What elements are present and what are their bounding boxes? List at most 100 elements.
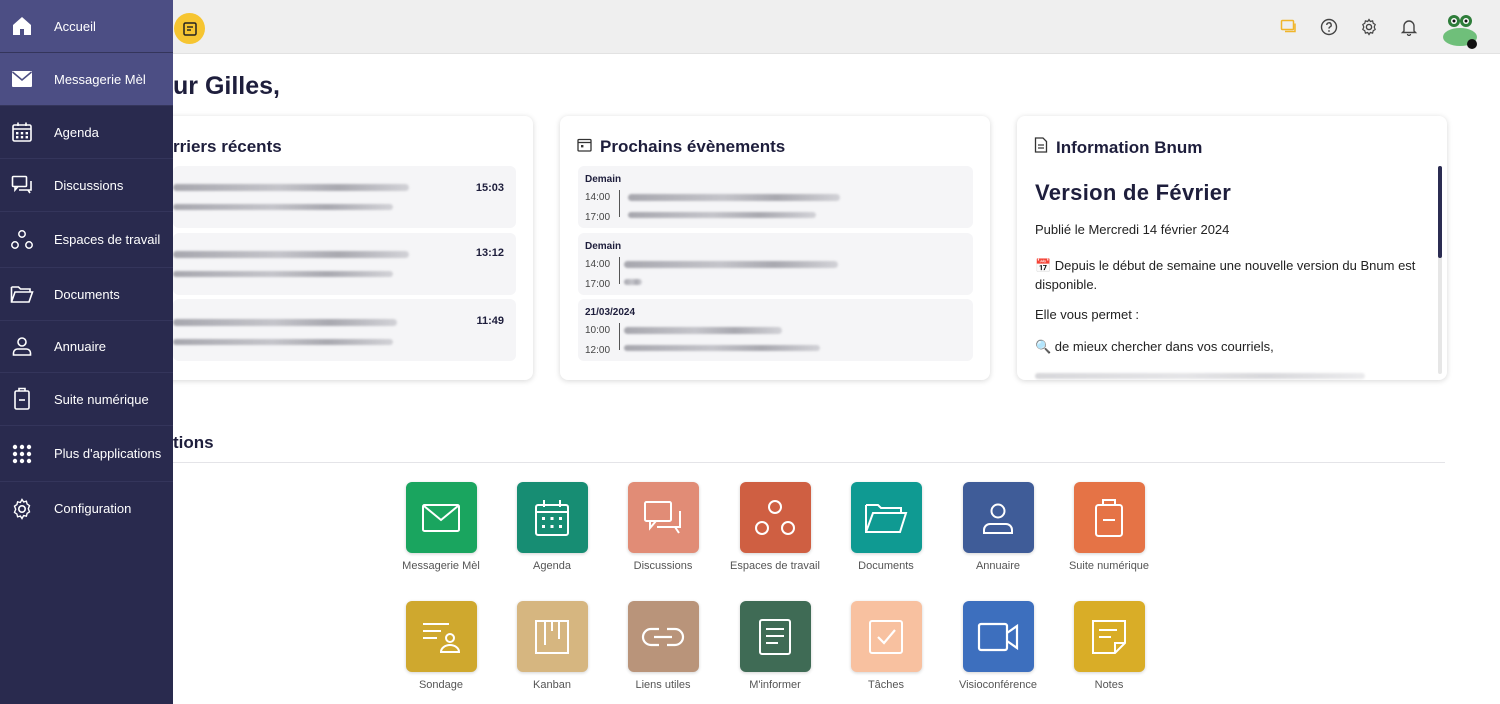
app-documents[interactable]: Documents	[836, 482, 936, 574]
app-label: Suite numérique	[1068, 560, 1150, 572]
task-icon	[850, 601, 922, 672]
app-taches[interactable]: Tâches	[836, 601, 936, 693]
kanban-icon	[516, 601, 588, 672]
event-day: 21/03/2024	[585, 307, 636, 318]
user-icon	[962, 482, 1034, 553]
info-title: Information Bnum	[1034, 137, 1202, 158]
recent-mails-title: rriers récents	[173, 137, 282, 156]
chat-icon[interactable]	[1278, 16, 1300, 38]
sidebar-item-suite[interactable]: Suite numérique	[0, 373, 173, 426]
page-title: ur Gilles,	[173, 72, 280, 100]
grid-icon	[0, 443, 44, 465]
calendar-icon	[0, 121, 44, 143]
mail-time: 13:12	[475, 247, 504, 259]
chat-icon	[627, 482, 699, 553]
sidebar-item-label: Annuaire	[54, 338, 107, 354]
app-suite[interactable]: Suite numérique	[1059, 482, 1159, 574]
app-label: M'informer	[749, 679, 801, 691]
mail-row[interactable]: 13:12	[173, 233, 516, 295]
mail-icon	[0, 70, 44, 88]
app-label: Espaces de travail	[730, 560, 820, 572]
info-heading: Version de Février	[1035, 180, 1232, 205]
mail-row[interactable]: 15:03	[173, 166, 516, 228]
sidebar-item-label: Espaces de travail	[54, 232, 161, 247]
workspaces-icon	[0, 229, 44, 251]
sidebar-item-configuration[interactable]: Configuration	[0, 482, 173, 535]
info-title-text: Information Bnum	[1056, 137, 1203, 157]
sidebar-item-label: Accueil	[54, 18, 96, 34]
app-label: Sondage	[418, 679, 464, 691]
poll-icon	[405, 601, 477, 672]
app-label: Visioconférence	[958, 679, 1038, 691]
event-day-group[interactable]: 21/03/2024 10:00 12:00	[578, 299, 973, 361]
app-label: Kanban	[533, 679, 571, 691]
divider	[173, 462, 1445, 463]
sidebar-item-label: Messagerie Mèl	[54, 71, 146, 87]
sidebar: Accueil Messagerie Mèl Agenda Discussion…	[0, 0, 173, 704]
app-label: Documents	[858, 560, 914, 572]
sidebar-item-label: Suite numérique	[54, 391, 149, 407]
sidebar-item-label: Discussions	[54, 177, 124, 193]
app-liens-utiles[interactable]: Liens utiles	[613, 601, 713, 693]
app-label: Tâches	[867, 679, 905, 691]
notes-icon[interactable]	[174, 13, 205, 44]
user-icon	[0, 335, 44, 357]
mail-time: 15:03	[475, 182, 504, 194]
app-discussions[interactable]: Discussions	[613, 482, 713, 574]
document-icon	[1034, 137, 1048, 158]
home-icon	[0, 15, 44, 37]
sidebar-item-accueil[interactable]: Accueil	[0, 0, 173, 53]
app-annuaire[interactable]: Annuaire	[948, 482, 1048, 574]
app-kanban[interactable]: Kanban	[502, 601, 602, 693]
app-minformer[interactable]: M'informer	[725, 601, 825, 693]
sidebar-item-messagerie[interactable]: Messagerie Mèl	[0, 53, 173, 106]
bell-icon[interactable]	[1398, 16, 1420, 38]
sidebar-item-annuaire[interactable]: Annuaire	[0, 320, 173, 373]
event-end: 17:00	[585, 279, 611, 290]
mail-row[interactable]: 11:49	[173, 299, 516, 361]
info-scrollbar-thumb[interactable]	[1438, 166, 1442, 258]
sidebar-item-discussions[interactable]: Discussions	[0, 159, 173, 212]
events-title: Prochains évènements	[577, 137, 785, 157]
info-paragraph: Elle vous permet :	[1035, 307, 1140, 322]
note-icon	[1073, 601, 1145, 672]
link-icon	[627, 601, 699, 672]
sidebar-item-documents[interactable]: Documents	[0, 268, 173, 321]
app-messagerie[interactable]: Messagerie Mèl	[391, 482, 491, 574]
info-paragraph: 🔍 de mieux chercher dans vos courriels,	[1035, 339, 1274, 354]
sidebar-item-agenda[interactable]: Agenda	[0, 106, 173, 159]
app-espaces[interactable]: Espaces de travail	[725, 482, 825, 574]
app-sondage[interactable]: Sondage	[391, 601, 491, 693]
mail-icon	[405, 482, 477, 553]
event-day: Demain	[585, 241, 622, 252]
app-label: Annuaire	[975, 560, 1021, 572]
suite-icon	[0, 387, 44, 411]
event-start: 14:00	[585, 259, 611, 270]
sidebar-item-label: Configuration	[54, 501, 132, 516]
event-day-group[interactable]: Demain 14:00 17:00	[578, 233, 973, 295]
settings-icon[interactable]	[1358, 16, 1380, 38]
event-day-group[interactable]: Demain 14:00 17:00	[578, 166, 973, 228]
events-title-text: Prochains évènements	[600, 137, 786, 156]
info-paragraph: 📅 Depuis le début de semaine une nouvell…	[1035, 258, 1416, 292]
chat-icon	[0, 174, 44, 196]
sidebar-item-label: Agenda	[54, 124, 99, 140]
user-avatar[interactable]	[1440, 11, 1484, 49]
app-label: Messagerie Mèl	[402, 560, 480, 572]
app-visioconference[interactable]: Visioconférence	[948, 601, 1048, 693]
sidebar-item-espaces[interactable]: Espaces de travail	[0, 212, 173, 268]
video-icon	[962, 601, 1034, 672]
gear-icon	[0, 497, 44, 520]
event-end: 12:00	[585, 345, 611, 356]
sidebar-item-plus-applications[interactable]: Plus d'applications	[0, 426, 173, 482]
app-label: Notes	[1094, 679, 1124, 691]
folder-icon	[0, 284, 44, 304]
app-notes[interactable]: Notes	[1059, 601, 1159, 693]
news-icon	[739, 601, 811, 672]
help-icon[interactable]	[1318, 16, 1340, 38]
app-label: Discussions	[633, 560, 693, 572]
mail-time: 11:49	[476, 315, 504, 327]
event-start: 10:00	[585, 325, 611, 336]
calendar-icon	[577, 137, 592, 157]
app-agenda[interactable]: Agenda	[502, 482, 602, 574]
